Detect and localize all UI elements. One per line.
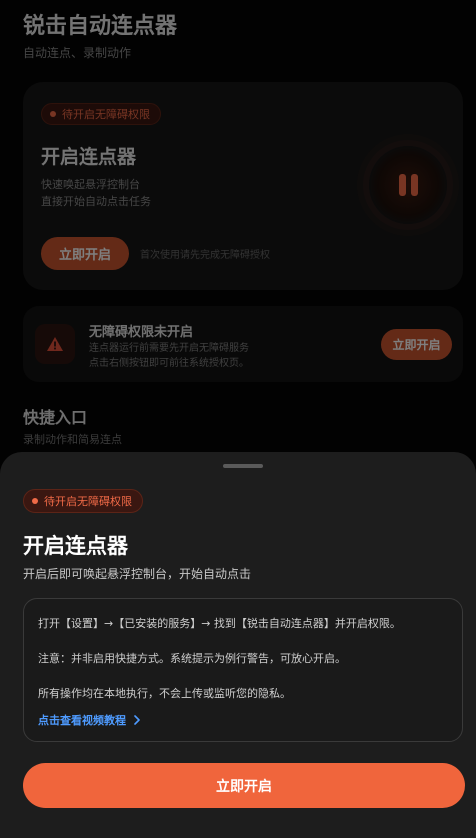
sheet-subtitle: 开启后即可唤起悬浮控制台，开始自动点击 xyxy=(23,567,252,581)
video-tutorial-link[interactable]: 点击查看视频教程 xyxy=(38,712,140,728)
instruction-note: 注意：并非启用快捷方式。系统提示为例行警告，可放心开启。 xyxy=(38,652,346,665)
sheet-title: 开启连点器 xyxy=(23,534,128,558)
instruction-steps: 打开【设置】→【已安装的服务】→ 找到【锐击自动连点器】并开启权限。 xyxy=(38,617,401,630)
sheet-drag-handle[interactable] xyxy=(223,464,263,468)
enable-now-button[interactable]: 立即开启 xyxy=(23,763,465,808)
permission-bottom-sheet: 待开启无障碍权限 开启连点器 开启后即可唤起悬浮控制台，开始自动点击 打开【设置… xyxy=(0,452,476,838)
status-dot xyxy=(32,498,38,504)
video-tutorial-label: 点击查看视频教程 xyxy=(38,714,126,727)
sheet-status-badge: 待开启无障碍权限 xyxy=(23,489,143,513)
sheet-badge-label: 待开启无障碍权限 xyxy=(44,495,132,508)
instructions-box: 打开【设置】→【已安装的服务】→ 找到【锐击自动连点器】并开启权限。 注意：并非… xyxy=(23,598,463,742)
screen: 锐击自动连点器 自动连点、录制动作 待开启无障碍权限 开启连点器 快速唤起悬浮控… xyxy=(0,0,476,838)
privacy-note: 所有操作均在本地执行，不会上传或监听您的隐私。 xyxy=(38,687,291,700)
chevron-right-icon xyxy=(134,715,140,725)
